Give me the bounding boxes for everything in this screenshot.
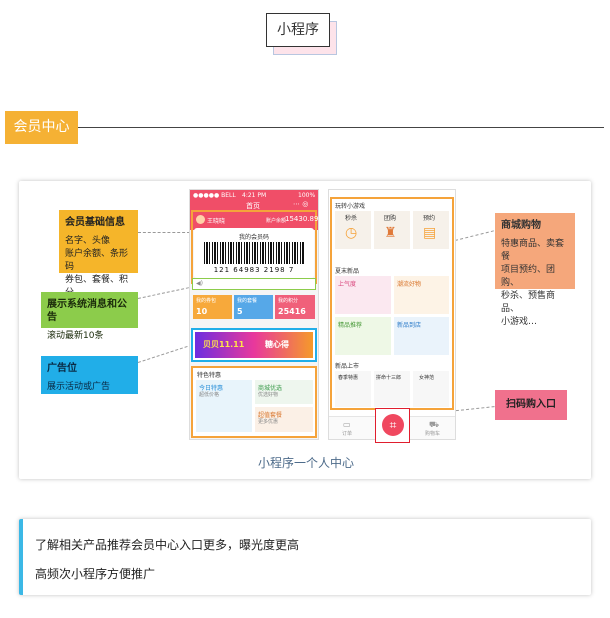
special-item[interactable]: 超值套餐 更多优惠 bbox=[255, 407, 313, 432]
balance-value: 15430.89 bbox=[285, 215, 319, 223]
game-tile[interactable]: 预约 ▤ bbox=[413, 211, 449, 249]
connector-line bbox=[138, 232, 190, 233]
callout-mall: 商城购物 特惠商品、卖套餐 项目预约、团购、 秒杀、预售商品、 小游戏… bbox=[495, 213, 575, 327]
phone-header: ●●●●● BELL 4:21 PM 100% 首页 ⋯ ◎ bbox=[190, 190, 318, 212]
ad-text: 糖心得 bbox=[265, 340, 289, 349]
new-item[interactable]: 精品推荐 bbox=[335, 317, 391, 355]
callout-notice: 展示系统消息和公告 滚动最新10条 bbox=[41, 292, 138, 341]
new-item-label: 潮流好物 bbox=[397, 281, 422, 288]
group-icon: ♜ bbox=[384, 225, 397, 241]
arrival-label: 拼命十三郎 bbox=[376, 375, 402, 381]
callout-line: 项目预约、团购、 bbox=[501, 265, 556, 288]
special-item[interactable]: 商城优选 优选好物 bbox=[255, 380, 313, 404]
barcode-number: 121 64983 2198 7 bbox=[213, 266, 295, 274]
callout-line: 小游戏… bbox=[501, 317, 538, 327]
special-item[interactable]: 今日特惠 超低价格 bbox=[196, 380, 252, 432]
callout-line: 账户余额、条形码 bbox=[65, 249, 129, 272]
more-icon[interactable]: ⋯ ◎ bbox=[293, 200, 308, 208]
arrival-item[interactable]: 拼命十三郎 bbox=[374, 371, 410, 407]
special-item-desc: 优选好物 bbox=[258, 392, 279, 398]
section-divider bbox=[78, 127, 604, 128]
user-name: 王晓晓 bbox=[207, 218, 226, 225]
section-title: 会员中心 bbox=[5, 111, 78, 144]
callout-line: 名字、头像 bbox=[65, 236, 111, 246]
title-tag: 小程序 bbox=[266, 13, 330, 47]
callout-title: 展示系统消息和公告 bbox=[47, 299, 127, 323]
new-item[interactable]: 新品到店 bbox=[394, 317, 449, 355]
game-tile[interactable]: 团购 ♜ bbox=[374, 211, 410, 249]
callout-title: 会员基础信息 bbox=[65, 217, 125, 228]
game-label: 团购 bbox=[384, 215, 397, 222]
status-carrier: ●●●●● BELL bbox=[193, 192, 236, 199]
new-item[interactable]: 潮流好物 bbox=[394, 276, 449, 314]
special-item-desc: 更多优惠 bbox=[258, 419, 279, 425]
nav-label: 购物车 bbox=[425, 431, 441, 437]
special-item-desc: 超低价格 bbox=[199, 392, 220, 398]
figure-caption: 小程序一个人中心 bbox=[257, 456, 354, 470]
callout-scan: 扫码购入口 bbox=[495, 390, 567, 420]
status-battery: 100% bbox=[298, 192, 316, 199]
new-item-label: 上气度 bbox=[338, 281, 357, 288]
stat-label: 我的券包 bbox=[196, 298, 217, 304]
phone-mall: 玩转小游戏 秒杀 ◷ 团购 ♜ 预约 ▤ 夏末新品 上气度 潮流好物 精品推荐 … bbox=[328, 189, 456, 440]
stat-points[interactable]: 我的积分 25416 bbox=[275, 295, 315, 319]
special-title: 特色特惠 bbox=[197, 372, 222, 379]
arrival-title: 新品上市 bbox=[335, 363, 360, 370]
scan-icon: ⌗ bbox=[382, 414, 404, 436]
special-section: 特色特惠 今日特惠 超低价格 商城优选 优选好物 超值套餐 更多优惠 bbox=[191, 366, 317, 438]
stat-value: 25416 bbox=[278, 307, 306, 316]
stat-packages[interactable]: 我的套餐 5 bbox=[234, 295, 273, 319]
callout-line: 秒杀、预售商品、 bbox=[501, 291, 556, 314]
new-item-label: 精品推荐 bbox=[338, 322, 363, 329]
note-card: 了解相关产品推荐会员中心入口更多，曝光度更高 高频次小程序方便推广 bbox=[19, 519, 591, 595]
calendar-icon: ▤ bbox=[423, 225, 437, 241]
note-line: 高频次小程序方便推广 bbox=[35, 567, 156, 581]
stat-coupons[interactable]: 我的券包 10 bbox=[193, 295, 232, 319]
clock-icon: ◷ bbox=[345, 225, 358, 241]
member-card[interactable]: 我的会员码 121 64983 2198 7 bbox=[194, 228, 314, 278]
phone-member-center: ●●●●● BELL 4:21 PM 100% 首页 ⋯ ◎ 王晓晓 账户余额 … bbox=[189, 189, 319, 440]
stat-value: 5 bbox=[237, 307, 243, 316]
callout-desc: 展示活动或广告 bbox=[47, 382, 111, 392]
status-time: 4:21 PM bbox=[242, 192, 267, 199]
speaker-icon: ◀) bbox=[196, 280, 203, 287]
games-title: 玩转小游戏 bbox=[335, 203, 366, 210]
ad-banner[interactable]: 贝贝11.11 糖心得 bbox=[195, 332, 313, 358]
new-item-label: 新品到店 bbox=[397, 322, 422, 329]
card-title: 我的会员码 bbox=[238, 234, 269, 241]
nav-label: 订单 bbox=[342, 431, 353, 437]
cart-icon[interactable]: ⛟ bbox=[429, 420, 439, 430]
avatar[interactable] bbox=[196, 215, 205, 224]
note-line: 了解相关产品推荐会员中心入口更多，曝光度更高 bbox=[35, 538, 300, 552]
new-item[interactable]: 上气度 bbox=[335, 276, 391, 314]
callout-desc: 滚动最新10条 bbox=[47, 331, 104, 341]
callout-line: 特惠商品、卖套餐 bbox=[501, 239, 565, 262]
stat-label: 我的套餐 bbox=[237, 298, 258, 304]
game-label: 预约 bbox=[423, 215, 436, 222]
barcode bbox=[204, 242, 304, 264]
arrival-label: 春季特惠 bbox=[338, 375, 359, 381]
callout-ads: 广告位 展示活动或广告 bbox=[41, 356, 138, 394]
new-title: 夏末新品 bbox=[335, 268, 360, 275]
balance-label: 账户余额 bbox=[266, 218, 287, 224]
notice-bar[interactable]: ◀) bbox=[192, 278, 316, 290]
order-icon[interactable]: ▭ bbox=[343, 420, 351, 429]
stat-value: 10 bbox=[196, 307, 208, 316]
game-tile[interactable]: 秒杀 ◷ bbox=[335, 211, 371, 249]
callout-title: 广告位 bbox=[47, 363, 77, 374]
game-label: 秒杀 bbox=[345, 215, 358, 222]
callout-member-info: 会员基础信息 名字、头像 账户余额、条形码 券包、套餐、积分 bbox=[59, 210, 138, 298]
callout-title: 商城购物 bbox=[501, 220, 541, 231]
scan-button[interactable]: ⌗ bbox=[375, 408, 410, 443]
arrival-label: 女神范 bbox=[419, 375, 435, 381]
stat-label: 我的积分 bbox=[278, 298, 299, 304]
arrival-item[interactable]: 春季特惠 bbox=[335, 371, 371, 407]
ad-text: 贝贝11.11 bbox=[203, 340, 245, 349]
arrival-item[interactable]: 女神范 bbox=[413, 371, 449, 407]
